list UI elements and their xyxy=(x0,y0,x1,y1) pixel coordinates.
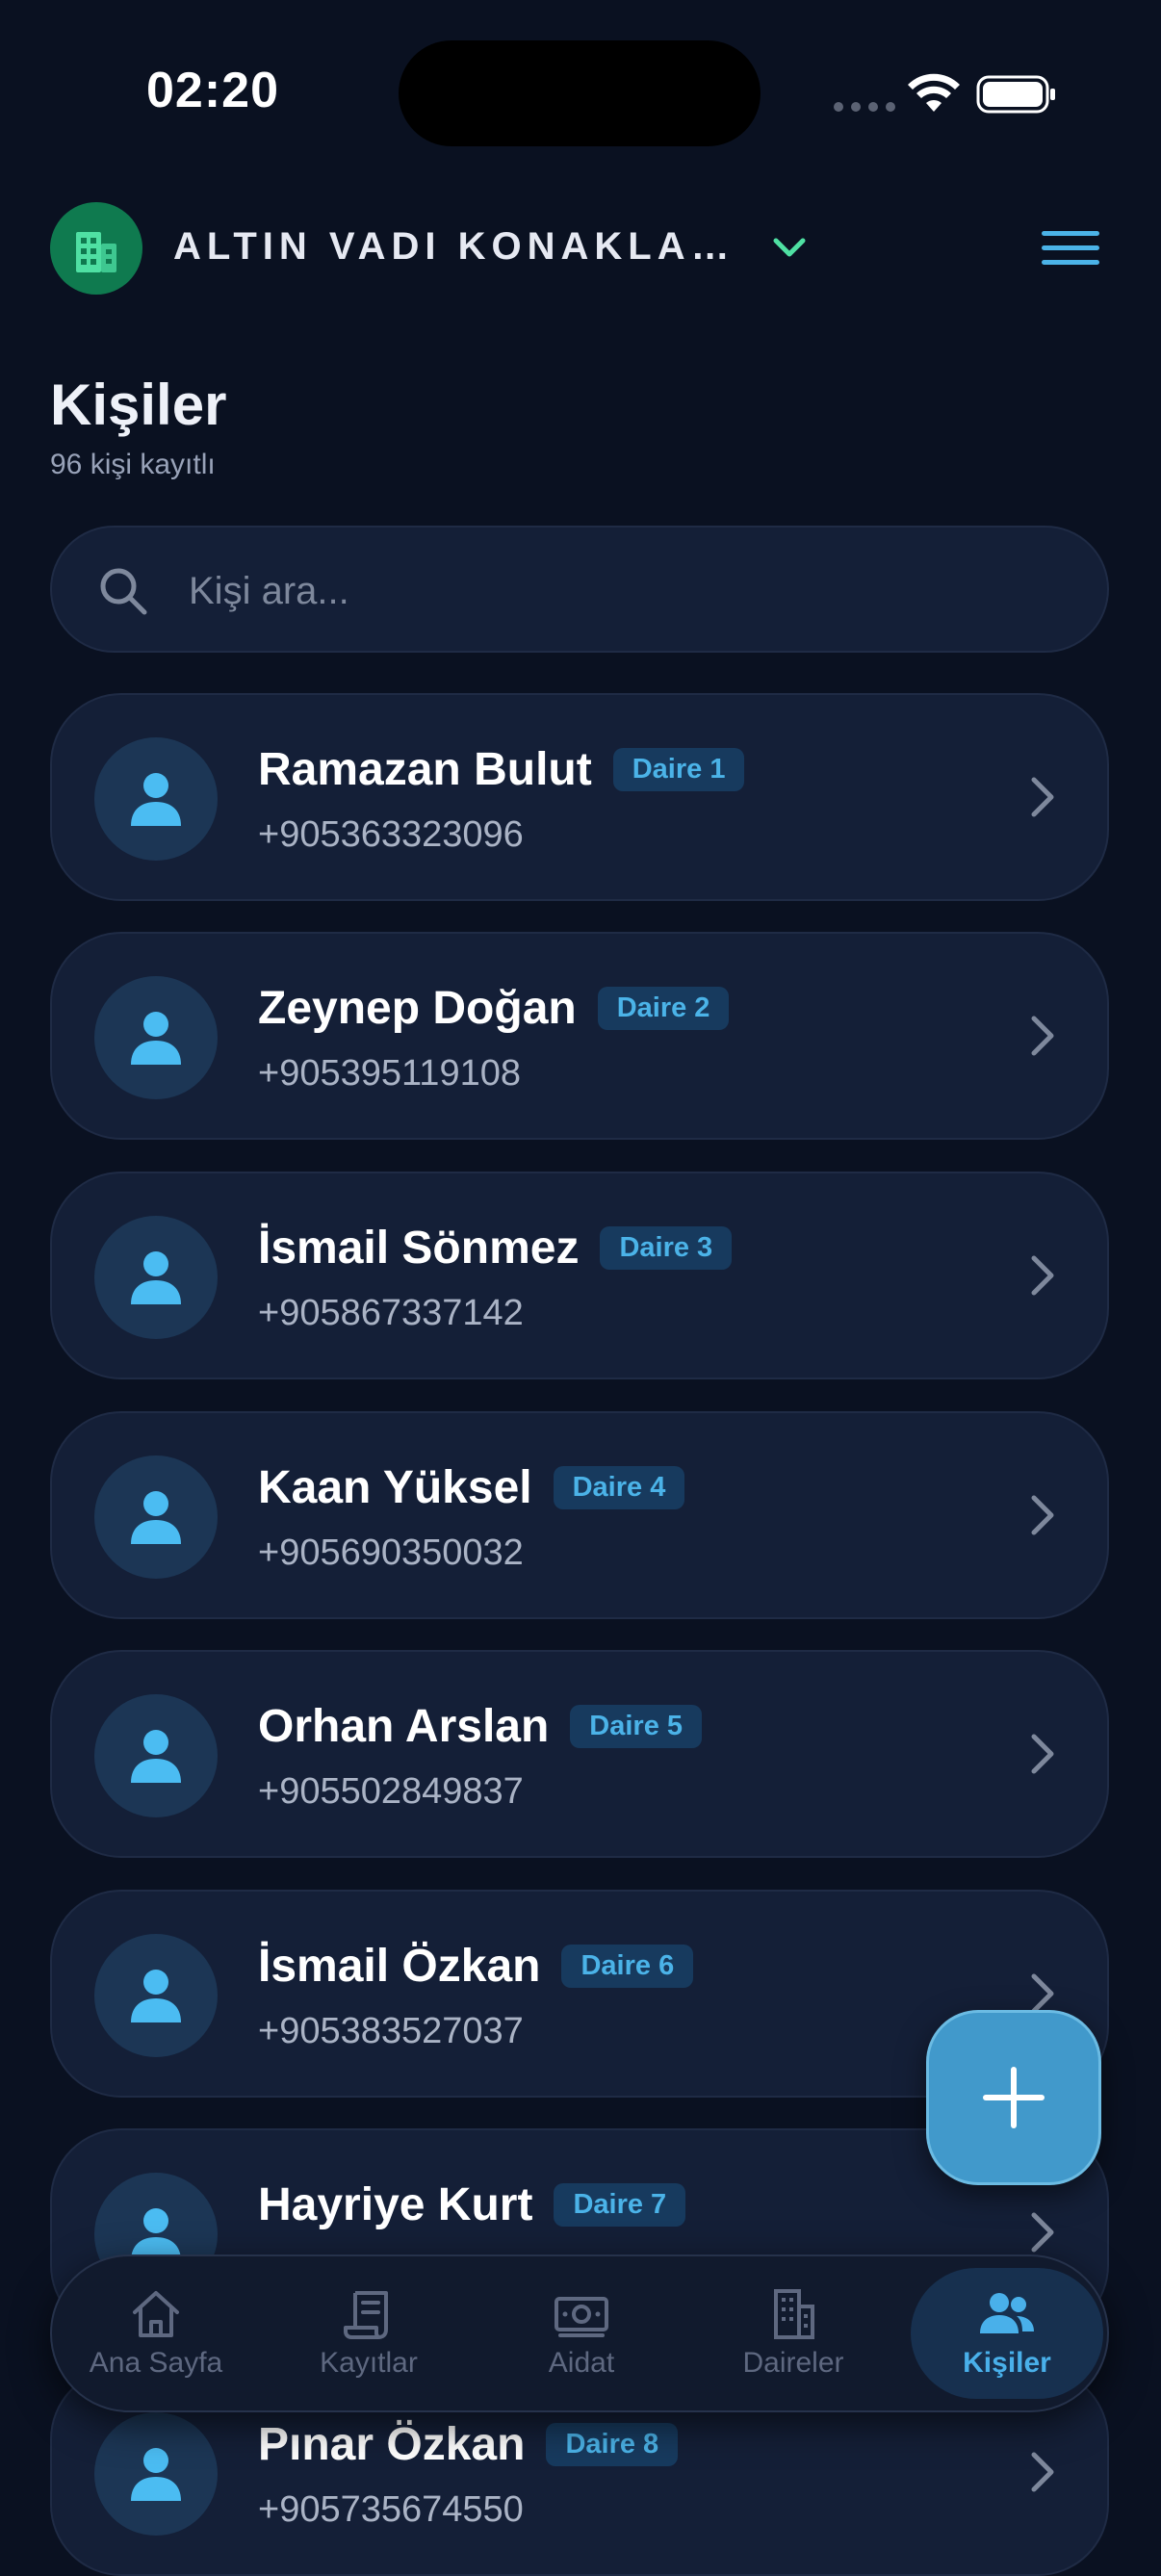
nav-label: Daireler xyxy=(742,2347,844,2379)
nav-label: Aidat xyxy=(548,2347,615,2379)
wifi-icon xyxy=(908,73,960,112)
person-icon xyxy=(131,1012,181,1065)
plus-icon xyxy=(983,2067,1045,2128)
avatar xyxy=(94,1934,218,2057)
avatar xyxy=(94,737,218,861)
unit-badge: Daire 6 xyxy=(561,1945,694,1988)
search-icon xyxy=(100,568,147,615)
contact-phone: +905735674550 xyxy=(258,2489,524,2530)
person-icon xyxy=(131,2448,181,2501)
unit-badge: Daire 8 xyxy=(546,2423,679,2466)
building-icon xyxy=(76,232,116,272)
unit-badge: Daire 4 xyxy=(553,1466,685,1509)
bottom-nav: Ana Sayfa Kayıtlar Aidat Daireler Kişile… xyxy=(50,2254,1109,2412)
contact-name: Kaan Yüksel xyxy=(258,1462,532,1513)
contact-name: Ramazan Bulut xyxy=(258,744,592,795)
contact-phone: +905395119108 xyxy=(258,1053,521,1094)
chevron-right-icon xyxy=(1031,777,1054,817)
chevron-right-icon xyxy=(1031,1495,1054,1535)
nav-item-ana-sayfa[interactable]: Ana Sayfa xyxy=(60,2268,252,2399)
nav-label: Ana Sayfa xyxy=(89,2347,223,2379)
contact-name: Orhan Arslan xyxy=(258,1701,550,1752)
building-icon xyxy=(774,2289,814,2339)
unit-badge: Daire 3 xyxy=(600,1226,733,1270)
contact-card[interactable]: İsmail Sönmez Daire 3 +905867337142 xyxy=(50,1172,1109,1379)
people-icon xyxy=(980,2293,1034,2333)
dynamic-island xyxy=(399,40,761,146)
person-icon xyxy=(131,1730,181,1783)
contact-name: İsmail Özkan xyxy=(258,1941,541,1992)
unit-badge: Daire 2 xyxy=(597,987,730,1030)
search-input[interactable] xyxy=(187,556,1057,626)
page-title: Kişiler xyxy=(50,373,227,437)
chevron-right-icon xyxy=(1031,1016,1054,1056)
receipt-icon xyxy=(344,2291,388,2339)
person-icon xyxy=(131,773,181,826)
contact-name: İsmail Sönmez xyxy=(258,1223,580,1274)
unit-badge: Daire 5 xyxy=(570,1705,703,1748)
contact-name: Pınar Özkan xyxy=(258,2419,526,2470)
money-icon xyxy=(555,2297,608,2337)
nav-item-kisiler[interactable]: Kişiler xyxy=(911,2268,1103,2399)
home-icon xyxy=(133,2291,179,2337)
contact-phone: +905502849837 xyxy=(258,1771,524,1812)
nav-label: Kayıtlar xyxy=(320,2347,418,2379)
person-icon xyxy=(131,1251,181,1304)
contact-phone: +905363323096 xyxy=(258,814,524,855)
nav-item-aidat[interactable]: Aidat xyxy=(485,2268,678,2399)
contact-card[interactable]: Zeynep Doğan Daire 2 +905395119108 xyxy=(50,932,1109,1140)
person-icon xyxy=(131,1970,181,2022)
contact-count: 96 kişi kayıtlı xyxy=(50,449,216,480)
avatar xyxy=(94,1455,218,1579)
nav-item-daireler[interactable]: Daireler xyxy=(697,2268,890,2399)
contact-name: Hayriye Kurt xyxy=(258,2179,533,2230)
chevron-right-icon xyxy=(1031,1255,1054,1296)
contact-card[interactable]: Ramazan Bulut Daire 1 +905363323096 xyxy=(50,693,1109,901)
unit-badge: Daire 1 xyxy=(612,748,745,791)
contact-name: Zeynep Doğan xyxy=(258,983,577,1034)
chevron-right-icon xyxy=(1031,1734,1054,1774)
chevron-right-icon xyxy=(1031,2452,1054,2492)
search-bar[interactable] xyxy=(50,526,1109,653)
unit-badge: Daire 7 xyxy=(554,2183,686,2227)
nav-label: Kişiler xyxy=(963,2347,1051,2379)
contact-phone: +905690350032 xyxy=(258,1533,524,1573)
status-bar: 02:20 xyxy=(0,0,1161,183)
status-time: 02:20 xyxy=(146,63,279,118)
person-icon xyxy=(131,1491,181,1544)
avatar xyxy=(94,2412,218,2536)
contact-card[interactable]: Kaan Yüksel Daire 4 +905690350032 xyxy=(50,1411,1109,1619)
cellular-signal-icon xyxy=(834,102,895,112)
chevron-down-icon[interactable] xyxy=(770,233,809,262)
avatar xyxy=(94,1694,218,1817)
contact-card[interactable]: Orhan Arslan Daire 5 +905502849837 xyxy=(50,1650,1109,1858)
contact-phone: +905867337142 xyxy=(258,1293,524,1333)
avatar xyxy=(94,976,218,1099)
contact-phone: +905383527037 xyxy=(258,2011,524,2051)
building-selector-label[interactable]: ALTIN VADI KONAKLA… xyxy=(173,225,735,269)
nav-item-kayitlar[interactable]: Kayıtlar xyxy=(272,2268,465,2399)
add-contact-button[interactable] xyxy=(926,2010,1101,2185)
chevron-right-icon xyxy=(1031,2212,1054,2253)
building-avatar[interactable] xyxy=(50,202,142,295)
battery-icon xyxy=(976,75,1055,114)
hamburger-menu-icon[interactable] xyxy=(1040,227,1101,270)
app-header: ALTIN VADI KONAKLA… xyxy=(0,198,1161,295)
avatar xyxy=(94,1216,218,1339)
